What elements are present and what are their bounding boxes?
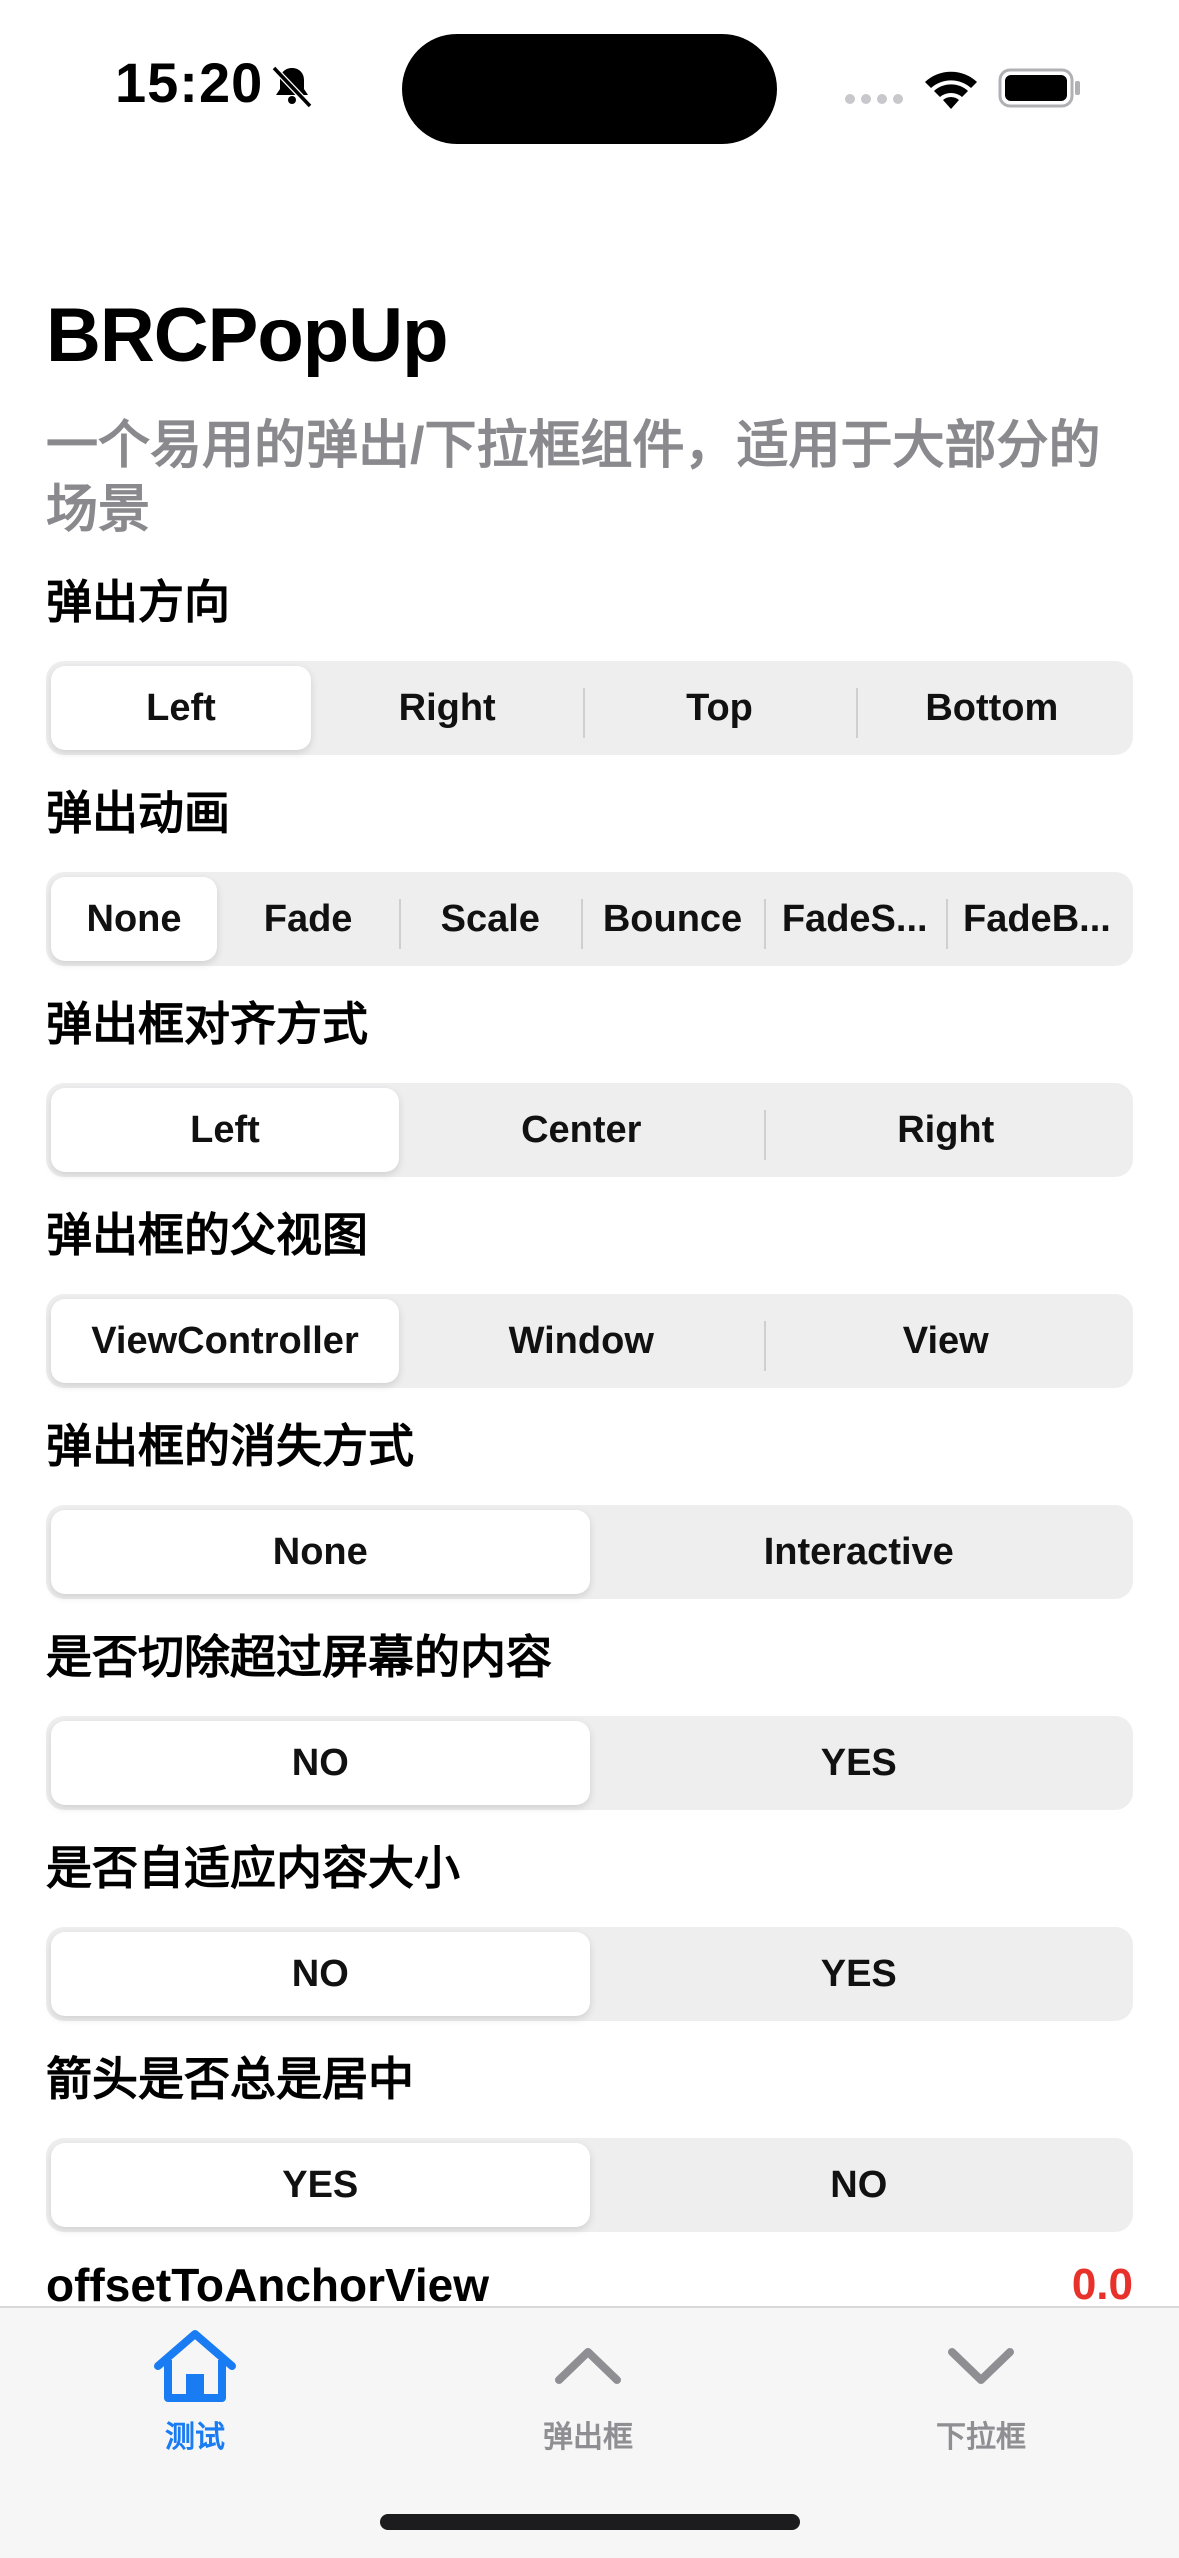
dynamic-island (402, 34, 777, 144)
section-label-animation: 弹出动画 (46, 787, 230, 839)
tab-popup-label: 弹出框 (543, 2421, 633, 2454)
silent-bell-icon (271, 65, 313, 109)
segment-left[interactable]: Left (51, 666, 311, 750)
tab-test-label: 测试 (165, 2421, 225, 2454)
segment-fade-scale[interactable]: FadeS... (763, 877, 946, 961)
offset-label: offsetToAnchorView (46, 2259, 489, 2311)
cellular-signal-icon (845, 94, 903, 104)
segment-clip-yes[interactable]: YES (590, 1721, 1129, 1805)
segmented-control-parent-view[interactable]: ViewController Window View (46, 1294, 1133, 1388)
status-bar: 15:20 (0, 0, 1179, 170)
segment-dismiss-none[interactable]: None (51, 1510, 590, 1594)
segment-arrow-no[interactable]: NO (590, 2143, 1129, 2227)
section-label-direction: 弹出方向 (46, 576, 230, 628)
section-label-autosize: 是否自适应内容大小 (46, 1842, 460, 1894)
section-label-arrow-center: 箭头是否总是居中 (46, 2053, 414, 2105)
home-icon (154, 2330, 236, 2402)
segment-align-center[interactable]: Center (399, 1088, 764, 1172)
segment-align-right[interactable]: Right (763, 1088, 1129, 1172)
tab-dropdown[interactable]: 下拉框 (881, 2326, 1081, 2456)
chevron-down-icon (948, 2348, 1014, 2384)
segmented-control-direction[interactable]: Left Right Top Bottom (46, 661, 1133, 755)
tab-test[interactable]: 测试 (95, 2326, 295, 2456)
segmented-control-alignment[interactable]: Left Center Right (46, 1083, 1133, 1177)
segment-window[interactable]: Window (399, 1299, 764, 1383)
segmented-control-dismiss[interactable]: None Interactive (46, 1505, 1133, 1599)
tab-popup[interactable]: 弹出框 (488, 2326, 688, 2456)
section-label-alignment: 弹出框对齐方式 (46, 998, 368, 1050)
segment-none[interactable]: None (51, 877, 217, 961)
offset-value: 0.0 (1071, 2260, 1133, 2309)
segment-right[interactable]: Right (311, 666, 583, 750)
segmented-control-arrow-center[interactable]: YES NO (46, 2138, 1133, 2232)
tab-dropdown-label: 下拉框 (936, 2421, 1026, 2454)
page-subtitle: 一个易用的弹出/下拉框组件，适用于大部分的场景 (46, 417, 1101, 539)
segment-fade[interactable]: Fade (217, 877, 399, 961)
battery-icon (998, 68, 1080, 108)
wifi-icon (925, 71, 977, 109)
segmented-control-animation[interactable]: None Fade Scale Bounce FadeS... FadeB... (46, 872, 1133, 966)
segment-autosize-yes[interactable]: YES (590, 1932, 1129, 2016)
page-title: BRCPopUp (46, 293, 449, 378)
segment-viewcontroller[interactable]: ViewController (51, 1299, 399, 1383)
segment-dismiss-interactive[interactable]: Interactive (590, 1510, 1129, 1594)
home-indicator[interactable] (380, 2514, 800, 2530)
segment-autosize-no[interactable]: NO (51, 1932, 590, 2016)
segment-scale[interactable]: Scale (399, 877, 581, 961)
status-time: 15:20 (115, 51, 264, 114)
segmented-control-autosize[interactable]: NO YES (46, 1927, 1133, 2021)
segment-view[interactable]: View (763, 1299, 1129, 1383)
segment-top[interactable]: Top (583, 666, 855, 750)
segment-bounce[interactable]: Bounce (581, 877, 763, 961)
chevron-up-icon (555, 2348, 621, 2384)
segment-align-left[interactable]: Left (51, 1088, 399, 1172)
section-label-dismiss: 弹出框的消失方式 (46, 1420, 414, 1472)
segment-clip-no[interactable]: NO (51, 1721, 590, 1805)
segment-fade-bounce[interactable]: FadeB... (945, 877, 1128, 961)
section-label-parent-view: 弹出框的父视图 (46, 1209, 368, 1261)
section-label-clip: 是否切除超过屏幕的内容 (46, 1631, 552, 1683)
segmented-control-clip[interactable]: NO YES (46, 1716, 1133, 1810)
segment-bottom[interactable]: Bottom (855, 666, 1128, 750)
segment-arrow-yes[interactable]: YES (51, 2143, 590, 2227)
